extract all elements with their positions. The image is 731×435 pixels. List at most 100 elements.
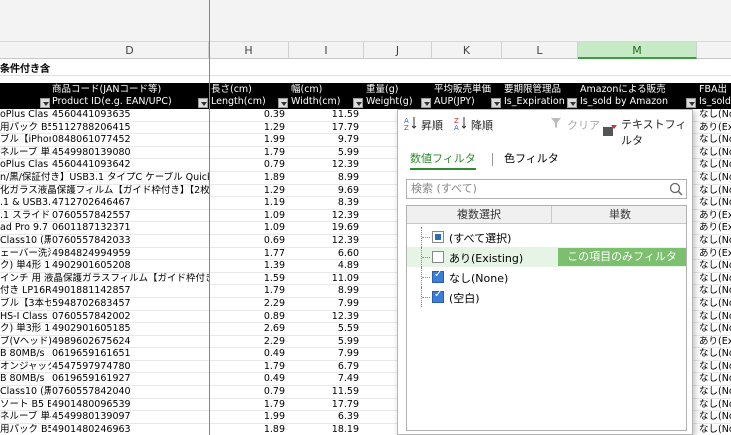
cell-name[interactable]: HS-I Class (0, 311, 51, 323)
cell-length[interactable]: 1.09 (211, 222, 285, 234)
cell-width[interactable]: 17.79 (291, 399, 359, 411)
cell-fba[interactable]: なし(No (699, 159, 731, 171)
cell-code[interactable]: 4549980139097 (52, 411, 209, 423)
cell-fba[interactable]: なし(No (699, 424, 731, 435)
filter-dropdown-icon[interactable] (491, 98, 501, 108)
cell-fba[interactable]: なし(No (699, 260, 731, 272)
tab-color-filter[interactable]: 色フィルタ (504, 150, 559, 170)
filter-search-input[interactable]: 検索 (すべて) (406, 179, 687, 199)
cell-length[interactable]: 1.79 (211, 147, 285, 159)
cell-length[interactable]: 1.79 (211, 285, 285, 297)
checkbox-none[interactable] (432, 269, 444, 283)
cell-code[interactable]: 0760557842557 (52, 210, 209, 222)
cell-length[interactable]: 1.09 (211, 210, 285, 222)
cell-width[interactable]: 9.69 (291, 185, 359, 197)
cell-fba[interactable]: なし(No (699, 134, 731, 146)
cell-fba[interactable]: なし(No (699, 373, 731, 385)
cell-width[interactable]: 12.39 (291, 210, 359, 222)
cell-name[interactable]: .1 & USB3. (0, 197, 51, 209)
column-header-l[interactable]: L (502, 42, 578, 59)
cell-length[interactable]: 1.99 (211, 411, 285, 423)
cell-width[interactable]: 8.99 (291, 172, 359, 184)
cell-fba[interactable]: あり(Exi (699, 210, 731, 222)
cell-fba[interactable]: なし(No (699, 273, 731, 285)
filter-dropdown-icon[interactable] (567, 98, 577, 108)
filter-dropdown-icon[interactable] (198, 98, 208, 108)
cell-code[interactable]: 0760557842002 (52, 311, 209, 323)
cell-length[interactable]: 0.89 (211, 311, 285, 323)
cell-width[interactable]: 8.39 (291, 197, 359, 209)
cell-length[interactable]: 0.49 (211, 348, 285, 360)
cell-code[interactable]: 4547597974780 (52, 361, 209, 373)
cell-name[interactable]: Class10 (黒 (0, 235, 51, 247)
filter-item-blank[interactable]: (空白) (407, 287, 686, 307)
cell-length[interactable]: 1.99 (211, 134, 285, 146)
filter-dropdown-icon[interactable] (421, 98, 431, 108)
cell-code[interactable]: 4549980139080 (52, 147, 209, 159)
filter-item-existing[interactable]: あり(Existing) この項目のみフィルタ (407, 247, 686, 267)
cell-fba[interactable]: なし(No (699, 311, 731, 323)
filter-item-none[interactable]: なし(None) (407, 267, 686, 287)
cell-code[interactable]: 0760557842033 (52, 235, 209, 247)
cell-fba[interactable]: なし(No (699, 197, 731, 209)
filter-only-this-button[interactable]: この項目のみフィルタ (558, 248, 686, 266)
checkbox-existing[interactable] (432, 251, 444, 263)
tab-numeric-filter[interactable]: 数値フィルタ (410, 150, 476, 170)
cell-width[interactable]: 18.19 (291, 424, 359, 435)
cell-length[interactable]: 1.77 (211, 248, 285, 260)
cell-code[interactable]: 0619659161927 (52, 373, 209, 385)
checkbox-select-all[interactable] (432, 231, 444, 243)
cell-name[interactable]: 付き LP16R (0, 285, 51, 297)
cell-name[interactable]: ad Pro 9.7 (0, 222, 51, 234)
cell-name[interactable]: インチ 用 液晶保護ガラスフィルム【ガイド枠付き】【2枚 (0, 272, 209, 285)
cell-name[interactable]: B 80MB/s (0, 373, 51, 385)
cell-length[interactable]: 1.89 (211, 172, 285, 184)
cell-code[interactable]: 4712702646467 (52, 197, 209, 209)
cell-name[interactable]: B 80MB/s (0, 348, 51, 360)
column-header-d[interactable]: D (51, 42, 209, 59)
cell-code[interactable]: 0848061077452 (52, 134, 209, 146)
multi-select-header[interactable]: 複数選択 (407, 206, 552, 224)
cell-name[interactable]: ネルーブ 単3 (0, 147, 51, 159)
filter-dropdown-icon[interactable] (686, 98, 696, 108)
cell-code[interactable]: 4901881142857 (52, 285, 209, 297)
cell-fba[interactable]: なし(No (699, 361, 731, 373)
clear-filter-button[interactable]: クリア (550, 116, 600, 133)
cell-length[interactable]: 1.29 (211, 122, 285, 134)
cell-code[interactable]: 4560441093635 (52, 109, 209, 121)
cell-width[interactable]: 11.59 (291, 386, 359, 398)
sort-descending-button[interactable]: ZA 降順 (454, 116, 493, 133)
cell-width[interactable]: 5.99 (291, 336, 359, 348)
cell-name[interactable]: Class10 (黒 (0, 386, 51, 398)
cell-name[interactable]: 用パック B5 (0, 122, 51, 134)
cell-fba[interactable]: なし(No (699, 399, 731, 411)
cell-length[interactable]: 0.39 (211, 109, 285, 121)
cell-length[interactable]: 2.29 (211, 336, 285, 348)
cell-code[interactable]: 0619659161651 (52, 348, 209, 360)
column-header-i[interactable]: I (289, 42, 364, 59)
cell-width[interactable]: 12.39 (291, 311, 359, 323)
cell-length[interactable]: 0.79 (211, 386, 285, 398)
cell-name[interactable]: 化ガラス液晶保護フィルム【ガイド枠付き】【2枚セット】 (0, 184, 209, 197)
cell-fba[interactable]: なし(No (699, 185, 731, 197)
cell-fba[interactable]: なし(No (699, 298, 731, 310)
cell-width[interactable]: 11.59 (291, 109, 359, 121)
cell-length[interactable]: 0.69 (211, 235, 285, 247)
cell-length[interactable]: 1.19 (211, 197, 285, 209)
cell-code[interactable]: 4901480096539 (52, 399, 209, 411)
cell-name[interactable]: n/黒/保証付き】USB3.1 タイプC ケーブル QuickCh (0, 171, 209, 184)
cell-width[interactable]: 5.99 (291, 147, 359, 159)
cell-width[interactable]: 7.49 (291, 373, 359, 385)
cell-name[interactable]: ク) 単3形 1 (0, 323, 51, 335)
filter-dropdown-icon[interactable] (353, 98, 363, 108)
cell-fba[interactable]: あり(Exi (699, 122, 731, 134)
cell-length[interactable]: 2.69 (211, 323, 285, 335)
cell-code[interactable]: 0601187132371 (52, 222, 209, 234)
cell-width[interactable]: 11.09 (291, 273, 359, 285)
cell-name[interactable]: ブル【iPhone (0, 134, 51, 146)
cell-length[interactable]: 1.79 (211, 361, 285, 373)
cell-width[interactable]: 12.39 (291, 159, 359, 171)
cell-width[interactable]: 7.99 (291, 298, 359, 310)
cell-width[interactable]: 4.89 (291, 260, 359, 272)
cell-fba[interactable]: なし(No (699, 172, 731, 184)
